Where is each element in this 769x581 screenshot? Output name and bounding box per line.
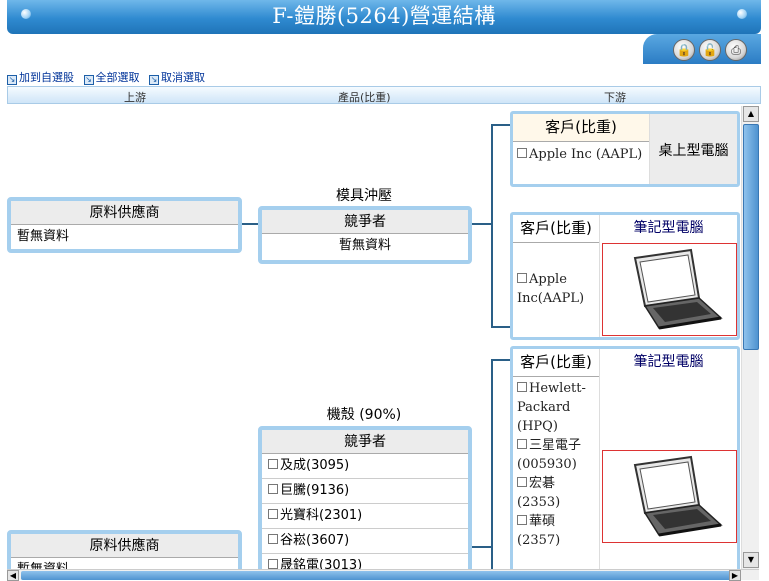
- scroll-thumb[interactable]: [743, 124, 759, 350]
- supplier-value: 暫無資料: [17, 229, 70, 244]
- connector-line: [491, 359, 493, 569]
- arrow-icon: ↘: [83, 75, 94, 85]
- laptop-image: [602, 450, 737, 543]
- competitor-header: 競爭者: [262, 210, 468, 234]
- competitor-item[interactable]: 晟銘電(3013): [262, 554, 468, 569]
- checkbox[interactable]: [517, 382, 527, 392]
- structure-canvas: 原料供應商 暫無資料 模具沖壓 競爭者 暫無資料 客戶(比重) Apple In…: [0, 106, 741, 569]
- competitor-value: 暫無資料: [338, 238, 391, 253]
- customer-box-notebook-2: 客戶(比重) Hewlett-Packard (HPQ) 三星電子(005930…: [510, 346, 740, 569]
- product-column: 筆記型電腦: [599, 215, 737, 337]
- customer-item[interactable]: Hewlett-Packard (HPQ): [513, 377, 599, 436]
- checkbox[interactable]: [517, 439, 527, 449]
- column-header: 上游 產品(比重) 下游: [7, 86, 761, 104]
- connector-line: [491, 359, 511, 361]
- laptop-icon: [633, 455, 723, 537]
- customer-item[interactable]: 宏碁 (2353): [513, 474, 599, 512]
- page-title: F-鎧勝(5264)營運結構: [272, 4, 496, 28]
- product-header: 產品(比重): [338, 91, 391, 104]
- toolbar-tab: 🔒 🔓 ⎙: [643, 34, 761, 64]
- competitor-item[interactable]: 光寶科(2301): [262, 504, 468, 529]
- vertical-scrollbar[interactable]: ▲ ▼: [741, 106, 759, 569]
- product-header-notebook: 筆記型電腦: [633, 354, 704, 370]
- checkbox[interactable]: [268, 459, 278, 469]
- supplier-box-1: 原料供應商 暫無資料: [7, 197, 242, 253]
- supplier-value: 暫無資料: [11, 558, 238, 569]
- scroll-down-icon[interactable]: ▼: [743, 552, 759, 568]
- add-to-watchlist-link[interactable]: ↘ 加到自選股: [7, 71, 74, 85]
- supplier-box-2: 原料供應商 暫無資料: [7, 530, 242, 569]
- print-icon[interactable]: ⎙: [725, 39, 747, 61]
- deselect-all-link[interactable]: ↘ 取消選取: [149, 71, 205, 85]
- customer-column: 客戶(比重) Hewlett-Packard (HPQ) 三星電子(005930…: [513, 349, 599, 569]
- connector-line: [491, 326, 511, 328]
- arrow-icon: ↘: [7, 75, 17, 85]
- scroll-left-icon[interactable]: ◀: [7, 570, 19, 581]
- lock-icon[interactable]: 🔒: [673, 39, 695, 61]
- unlock-icon[interactable]: 🔓: [699, 39, 721, 61]
- product-label-2: 機殼 (90%): [326, 407, 402, 423]
- title-left-ornament: [21, 9, 31, 19]
- competitor-item[interactable]: 巨騰(9136): [262, 479, 468, 504]
- checkbox[interactable]: [517, 515, 527, 525]
- product-header-notebook: 筆記型電腦: [633, 220, 704, 236]
- connector-line: [472, 546, 492, 548]
- checkbox[interactable]: [268, 559, 278, 569]
- customer-item[interactable]: 華碩 (2357): [513, 512, 599, 550]
- select-all-link[interactable]: ↘ 全部選取: [83, 71, 140, 85]
- checkbox[interactable]: [517, 273, 527, 283]
- customer-item[interactable]: Apple Inc(AAPL): [513, 243, 599, 308]
- customer-box-notebook-1: 客戶(比重) Apple Inc(AAPL) 筆記型電腦: [510, 212, 740, 340]
- checkbox[interactable]: [517, 477, 527, 487]
- connector-line: [491, 124, 511, 126]
- horizontal-scrollbar[interactable]: ◀ ▶: [7, 569, 759, 581]
- customer-header: 客戶(比重): [513, 349, 599, 377]
- laptop-icon: [633, 248, 723, 330]
- title-bar: F-鎧勝(5264)營運結構: [7, 0, 761, 34]
- scroll-up-icon[interactable]: ▲: [743, 106, 759, 122]
- supplier-header: 原料供應商: [11, 534, 238, 558]
- product-header-desktop: 桌上型電腦: [658, 143, 729, 159]
- upstream-header: 上游: [124, 91, 146, 104]
- checkbox[interactable]: [268, 509, 278, 519]
- laptop-image: [602, 243, 737, 336]
- customer-column: 客戶(比重) Apple Inc (AAPL): [513, 114, 649, 184]
- hscroll-thumb[interactable]: [21, 571, 737, 580]
- competitor-header: 競爭者: [262, 430, 468, 454]
- product-label-1: 模具沖壓: [336, 188, 392, 204]
- customer-box-desktop: 客戶(比重) Apple Inc (AAPL) 桌上型電腦: [510, 111, 740, 187]
- title-right-ornament: [737, 9, 747, 19]
- supplier-header: 原料供應商: [11, 201, 238, 225]
- checkbox[interactable]: [517, 148, 527, 158]
- customer-header: 客戶(比重): [513, 114, 649, 142]
- connector-line: [242, 223, 258, 225]
- customer-column: 客戶(比重) Apple Inc(AAPL): [513, 215, 599, 337]
- competitor-box-2: 競爭者 及成(3095) 巨騰(9136) 光寶科(2301) 谷崧(3607)…: [258, 426, 472, 569]
- toolbar: 🔒 🔓 ⎙: [7, 34, 761, 64]
- connector-line: [491, 124, 493, 328]
- customer-item[interactable]: 三星電子(005930): [513, 436, 599, 474]
- competitor-item[interactable]: 及成(3095): [262, 454, 468, 479]
- customer-item[interactable]: Apple Inc (AAPL): [513, 142, 649, 167]
- competitor-item[interactable]: 谷崧(3607): [262, 529, 468, 554]
- product-column: 筆記型電腦: [599, 349, 737, 569]
- competitor-box-1: 競爭者 暫無資料: [258, 206, 472, 264]
- selection-links: ↘ 加到自選股 ↘ 全部選取 ↘ 取消選取: [7, 69, 211, 85]
- checkbox[interactable]: [268, 484, 278, 494]
- scroll-right-icon[interactable]: ▶: [729, 570, 741, 581]
- customer-header: 客戶(比重): [513, 215, 599, 243]
- connector-line: [472, 223, 492, 225]
- arrow-icon: ↘: [149, 75, 159, 85]
- checkbox[interactable]: [268, 534, 278, 544]
- product-column: 桌上型電腦: [649, 114, 737, 184]
- downstream-header: 下游: [604, 91, 626, 104]
